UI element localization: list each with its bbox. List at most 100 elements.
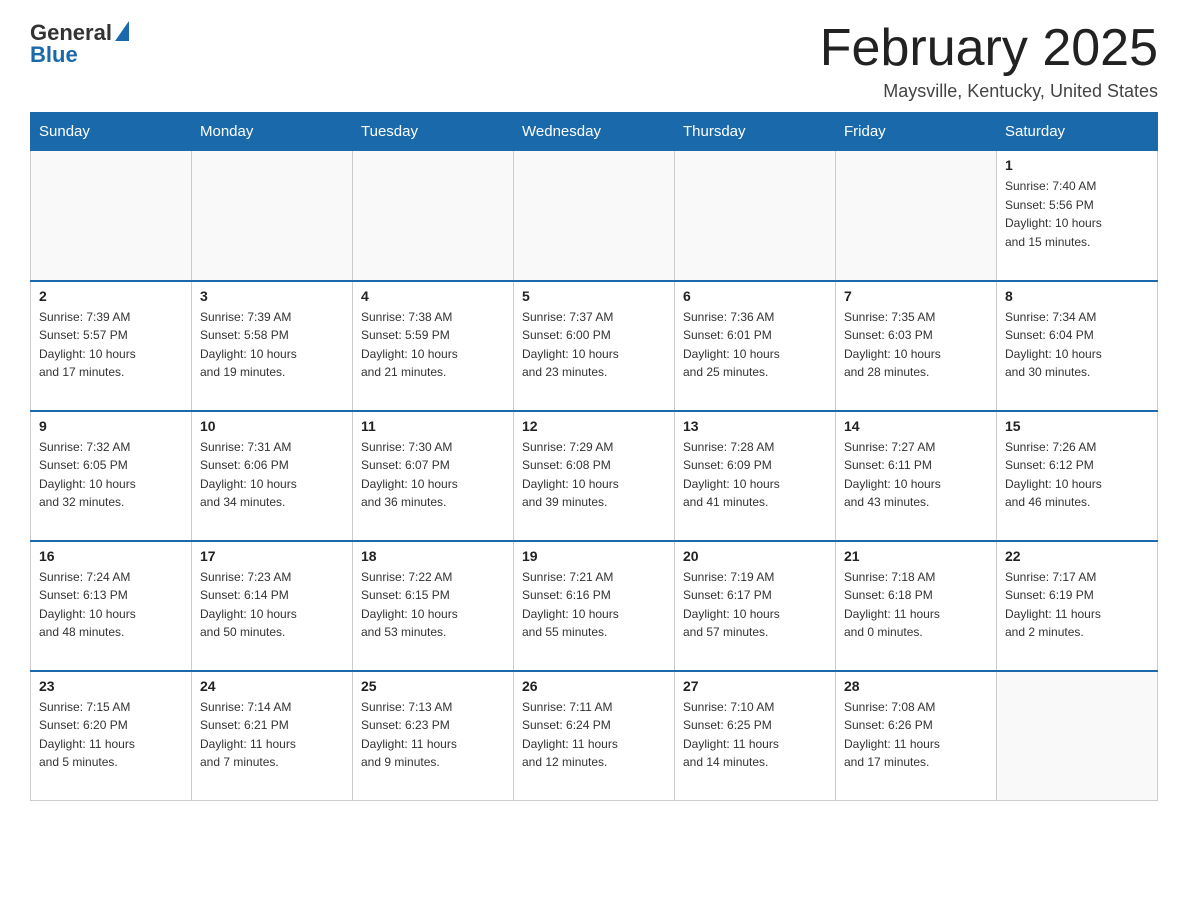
calendar-cell (353, 151, 514, 281)
day-number: 4 (361, 288, 505, 304)
day-number: 16 (39, 548, 183, 564)
day-number: 21 (844, 548, 988, 564)
day-info: Sunrise: 7:35 AMSunset: 6:03 PMDaylight:… (844, 308, 988, 382)
calendar-cell: 1 Sunrise: 7:40 AMSunset: 5:56 PMDaylight… (997, 151, 1158, 281)
calendar-cell: 22 Sunrise: 7:17 AMSunset: 6:19 PMDayligh… (997, 541, 1158, 671)
calendar-table: SundayMondayTuesdayWednesdayThursdayFrid… (30, 112, 1158, 801)
day-of-week-header: Saturday (997, 113, 1158, 151)
calendar-week-row: 23 Sunrise: 7:15 AMSunset: 6:20 PMDayligh… (31, 671, 1158, 801)
calendar-cell: 21 Sunrise: 7:18 AMSunset: 6:18 PMDayligh… (836, 541, 997, 671)
day-info: Sunrise: 7:21 AMSunset: 6:16 PMDaylight:… (522, 568, 666, 642)
day-info: Sunrise: 7:39 AMSunset: 5:57 PMDaylight:… (39, 308, 183, 382)
day-number: 17 (200, 548, 344, 564)
day-number: 2 (39, 288, 183, 304)
calendar-header-row: SundayMondayTuesdayWednesdayThursdayFrid… (31, 113, 1158, 151)
calendar-cell: 10Sunrise: 7:31 AMSunset: 6:06 PMDayligh… (192, 411, 353, 541)
day-info: Sunrise: 7:15 AMSunset: 6:20 PMDaylight:… (39, 698, 183, 772)
calendar-cell: 9 Sunrise: 7:32 AMSunset: 6:05 PMDaylight… (31, 411, 192, 541)
calendar-week-row: 16 Sunrise: 7:24 AMSunset: 6:13 PMDayligh… (31, 541, 1158, 671)
calendar-cell: 14 Sunrise: 7:27 AMSunset: 6:11 PMDayligh… (836, 411, 997, 541)
day-info: Sunrise: 7:11 AMSunset: 6:24 PMDaylight:… (522, 698, 666, 772)
calendar-cell: 15 Sunrise: 7:26 AMSunset: 6:12 PMDayligh… (997, 411, 1158, 541)
day-number: 19 (522, 548, 666, 564)
calendar-cell: 7 Sunrise: 7:35 AMSunset: 6:03 PMDaylight… (836, 281, 997, 411)
calendar-cell: 16 Sunrise: 7:24 AMSunset: 6:13 PMDayligh… (31, 541, 192, 671)
day-number: 24 (200, 678, 344, 694)
day-number: 13 (683, 418, 827, 434)
day-number: 22 (1005, 548, 1149, 564)
calendar-cell: 17Sunrise: 7:23 AMSunset: 6:14 PMDayligh… (192, 541, 353, 671)
day-of-week-header: Monday (192, 113, 353, 151)
calendar-cell: 6Sunrise: 7:36 AMSunset: 6:01 PMDaylight… (675, 281, 836, 411)
day-number: 14 (844, 418, 988, 434)
day-info: Sunrise: 7:34 AMSunset: 6:04 PMDaylight:… (1005, 308, 1149, 382)
day-number: 11 (361, 418, 505, 434)
day-number: 5 (522, 288, 666, 304)
calendar-cell: 13 Sunrise: 7:28 AMSunset: 6:09 PMDayligh… (675, 411, 836, 541)
day-info: Sunrise: 7:29 AMSunset: 6:08 PMDaylight:… (522, 438, 666, 512)
day-info: Sunrise: 7:08 AMSunset: 6:26 PMDaylight:… (844, 698, 988, 772)
day-info: Sunrise: 7:24 AMSunset: 6:13 PMDaylight:… (39, 568, 183, 642)
day-info: Sunrise: 7:26 AMSunset: 6:12 PMDaylight:… (1005, 438, 1149, 512)
calendar-cell: 18 Sunrise: 7:22 AMSunset: 6:15 PMDayligh… (353, 541, 514, 671)
calendar-cell: 24 Sunrise: 7:14 AMSunset: 6:21 PMDayligh… (192, 671, 353, 801)
calendar-cell (836, 151, 997, 281)
calendar-cell (514, 151, 675, 281)
logo-blue-text: Blue (30, 42, 78, 68)
day-info: Sunrise: 7:39 AMSunset: 5:58 PMDaylight:… (200, 308, 344, 382)
day-number: 7 (844, 288, 988, 304)
calendar-cell: 8Sunrise: 7:34 AMSunset: 6:04 PMDaylight… (997, 281, 1158, 411)
day-info: Sunrise: 7:37 AMSunset: 6:00 PMDaylight:… (522, 308, 666, 382)
calendar-cell: 20 Sunrise: 7:19 AMSunset: 6:17 PMDayligh… (675, 541, 836, 671)
calendar-cell: 27Sunrise: 7:10 AMSunset: 6:25 PMDayligh… (675, 671, 836, 801)
day-number: 10 (200, 418, 344, 434)
month-title: February 2025 (820, 20, 1158, 77)
day-number: 20 (683, 548, 827, 564)
day-info: Sunrise: 7:40 AMSunset: 5:56 PMDaylight:… (1005, 177, 1149, 251)
day-info: Sunrise: 7:13 AMSunset: 6:23 PMDaylight:… (361, 698, 505, 772)
day-number: 27 (683, 678, 827, 694)
day-number: 9 (39, 418, 183, 434)
day-info: Sunrise: 7:22 AMSunset: 6:15 PMDaylight:… (361, 568, 505, 642)
day-number: 26 (522, 678, 666, 694)
calendar-cell: 23 Sunrise: 7:15 AMSunset: 6:20 PMDayligh… (31, 671, 192, 801)
calendar-week-row: 2 Sunrise: 7:39 AMSunset: 5:57 PMDaylight… (31, 281, 1158, 411)
day-number: 23 (39, 678, 183, 694)
day-info: Sunrise: 7:17 AMSunset: 6:19 PMDaylight:… (1005, 568, 1149, 642)
calendar-cell: 11 Sunrise: 7:30 AMSunset: 6:07 PMDayligh… (353, 411, 514, 541)
day-of-week-header: Thursday (675, 113, 836, 151)
day-info: Sunrise: 7:32 AMSunset: 6:05 PMDaylight:… (39, 438, 183, 512)
calendar-week-row: 9 Sunrise: 7:32 AMSunset: 6:05 PMDaylight… (31, 411, 1158, 541)
day-number: 28 (844, 678, 988, 694)
day-of-week-header: Friday (836, 113, 997, 151)
day-info: Sunrise: 7:36 AMSunset: 6:01 PMDaylight:… (683, 308, 827, 382)
day-number: 15 (1005, 418, 1149, 434)
calendar-cell: 2 Sunrise: 7:39 AMSunset: 5:57 PMDaylight… (31, 281, 192, 411)
page-header: General Blue February 2025 Maysville, Ke… (30, 20, 1158, 102)
day-info: Sunrise: 7:38 AMSunset: 5:59 PMDaylight:… (361, 308, 505, 382)
day-number: 1 (1005, 157, 1149, 173)
day-info: Sunrise: 7:27 AMSunset: 6:11 PMDaylight:… (844, 438, 988, 512)
calendar-cell: 26 Sunrise: 7:11 AMSunset: 6:24 PMDayligh… (514, 671, 675, 801)
title-section: February 2025 Maysville, Kentucky, Unite… (820, 20, 1158, 102)
day-info: Sunrise: 7:30 AMSunset: 6:07 PMDaylight:… (361, 438, 505, 512)
day-of-week-header: Sunday (31, 113, 192, 151)
day-info: Sunrise: 7:14 AMSunset: 6:21 PMDaylight:… (200, 698, 344, 772)
day-of-week-header: Wednesday (514, 113, 675, 151)
day-info: Sunrise: 7:18 AMSunset: 6:18 PMDaylight:… (844, 568, 988, 642)
day-info: Sunrise: 7:19 AMSunset: 6:17 PMDaylight:… (683, 568, 827, 642)
calendar-cell: 25 Sunrise: 7:13 AMSunset: 6:23 PMDayligh… (353, 671, 514, 801)
calendar-cell (675, 151, 836, 281)
calendar-cell: 5 Sunrise: 7:37 AMSunset: 6:00 PMDaylight… (514, 281, 675, 411)
day-of-week-header: Tuesday (353, 113, 514, 151)
day-info: Sunrise: 7:28 AMSunset: 6:09 PMDaylight:… (683, 438, 827, 512)
calendar-cell: 4 Sunrise: 7:38 AMSunset: 5:59 PMDaylight… (353, 281, 514, 411)
day-number: 12 (522, 418, 666, 434)
logo: General Blue (30, 20, 129, 68)
day-number: 25 (361, 678, 505, 694)
calendar-cell: 28 Sunrise: 7:08 AMSunset: 6:26 PMDayligh… (836, 671, 997, 801)
logo-triangle-icon (115, 21, 129, 41)
calendar-cell: 12 Sunrise: 7:29 AMSunset: 6:08 PMDayligh… (514, 411, 675, 541)
location-text: Maysville, Kentucky, United States (820, 81, 1158, 102)
day-number: 18 (361, 548, 505, 564)
